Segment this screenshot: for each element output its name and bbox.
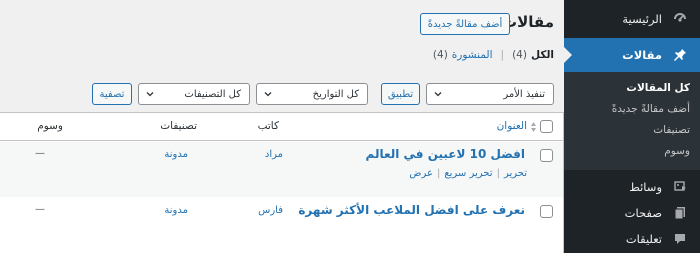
menu-item-pages[interactable]: صفحات bbox=[564, 200, 700, 226]
posts-submenu: كل المقالات أضف مقالةً جديدةً تصنيفات وس… bbox=[564, 72, 700, 170]
post-tags-value: — bbox=[35, 148, 45, 159]
view-all-count: (4) bbox=[512, 49, 527, 61]
pushpin-icon bbox=[670, 45, 690, 65]
submenu-categories[interactable]: تصنيفات bbox=[564, 120, 700, 141]
chevron-down-icon bbox=[264, 92, 272, 97]
media-icon bbox=[670, 177, 690, 197]
comment-icon bbox=[670, 229, 690, 249]
action-separator: | bbox=[496, 168, 500, 179]
categories-filter-select[interactable]: كل التصنيفات bbox=[138, 83, 250, 105]
posts-list-page: مقالات أضف مقالةً جديدةً الكل (4) | المن… bbox=[0, 0, 564, 253]
menu-item-dashboard[interactable]: الرئيسية bbox=[564, 0, 700, 38]
menu-label-comments: تعليقات bbox=[625, 232, 662, 246]
sort-icon[interactable] bbox=[530, 121, 537, 133]
filter-button[interactable]: تصفية bbox=[92, 83, 132, 105]
menu-item-posts[interactable]: مقالات bbox=[564, 38, 700, 72]
table-row: افضل 10 لاعبين في العالم تحرير | تحرير س… bbox=[0, 142, 563, 197]
post-author-link[interactable]: مراد bbox=[265, 149, 283, 160]
categories-filter-value: كل التصنيفات bbox=[184, 88, 241, 100]
column-title-header[interactable]: العنوان bbox=[497, 120, 527, 132]
column-categories-header: تصنيفات bbox=[160, 120, 197, 132]
dates-filter-value: كل التواريخ bbox=[312, 88, 359, 100]
table-header: العنوان كاتب تصنيفات وسوم bbox=[0, 113, 563, 141]
select-all-checkbox[interactable] bbox=[540, 120, 553, 133]
pages-icon bbox=[670, 203, 690, 223]
dashboard-icon bbox=[670, 9, 690, 29]
row-checkbox[interactable] bbox=[540, 149, 553, 162]
menu-label-posts: مقالات bbox=[622, 48, 662, 62]
apply-button[interactable]: تطبيق bbox=[381, 83, 420, 105]
post-tags-value: — bbox=[35, 204, 45, 215]
column-tags-header: وسوم bbox=[37, 120, 63, 132]
row-actions: تحرير | تحرير سريع | عرض bbox=[409, 168, 527, 179]
menu-item-media[interactable]: وسائط bbox=[564, 174, 700, 200]
post-category-link[interactable]: مدونة bbox=[164, 205, 188, 216]
chevron-down-icon bbox=[434, 92, 442, 97]
admin-sidebar: الرئيسية مقالات كل المقالات أضف مقالةً ج… bbox=[564, 0, 700, 253]
view-link[interactable]: عرض bbox=[409, 168, 433, 179]
table-row: نعرف على افضل الملاعب الأكثر شهرة فارس م… bbox=[0, 197, 563, 253]
column-author-header: كاتب bbox=[257, 120, 279, 132]
post-title-link[interactable]: افضل 10 لاعبين في العالم bbox=[366, 147, 525, 161]
chevron-down-icon bbox=[146, 92, 154, 97]
view-separator: | bbox=[500, 49, 505, 61]
row-checkbox[interactable] bbox=[540, 205, 553, 218]
submenu-all-posts[interactable]: كل المقالات bbox=[564, 78, 700, 99]
view-all-link[interactable]: الكل bbox=[531, 49, 554, 61]
quick-edit-link[interactable]: تحرير سريع bbox=[444, 168, 492, 179]
menu-label-dashboard: الرئيسية bbox=[622, 12, 662, 26]
add-new-post-button[interactable]: أضف مقالةً جديدةً bbox=[420, 13, 510, 35]
bulk-action-select[interactable]: تنفيذ الأمر bbox=[426, 83, 554, 105]
post-title-link[interactable]: نعرف على افضل الملاعب الأكثر شهرة bbox=[298, 203, 525, 217]
posts-table: العنوان كاتب تصنيفات وسوم افضل 10 لاعبين… bbox=[0, 112, 564, 253]
view-published-link[interactable]: المنشورة bbox=[452, 49, 493, 61]
dates-filter-select[interactable]: كل التواريخ bbox=[256, 83, 368, 105]
post-status-views: الكل (4) | المنشورة (4) bbox=[433, 49, 554, 61]
menu-label-media: وسائط bbox=[629, 180, 662, 194]
menu-item-comments[interactable]: تعليقات bbox=[564, 226, 700, 252]
post-category-link[interactable]: مدونة bbox=[164, 149, 188, 160]
menu-label-pages: صفحات bbox=[624, 206, 662, 220]
post-author-link[interactable]: فارس bbox=[258, 205, 283, 216]
edit-link[interactable]: تحرير bbox=[504, 168, 527, 179]
action-separator: | bbox=[436, 168, 441, 179]
bulk-action-value: تنفيذ الأمر bbox=[503, 88, 545, 100]
view-published-count: (4) bbox=[432, 49, 448, 61]
submenu-tags[interactable]: وسوم bbox=[564, 141, 700, 162]
submenu-add-new-post[interactable]: أضف مقالةً جديدةً bbox=[564, 99, 700, 120]
